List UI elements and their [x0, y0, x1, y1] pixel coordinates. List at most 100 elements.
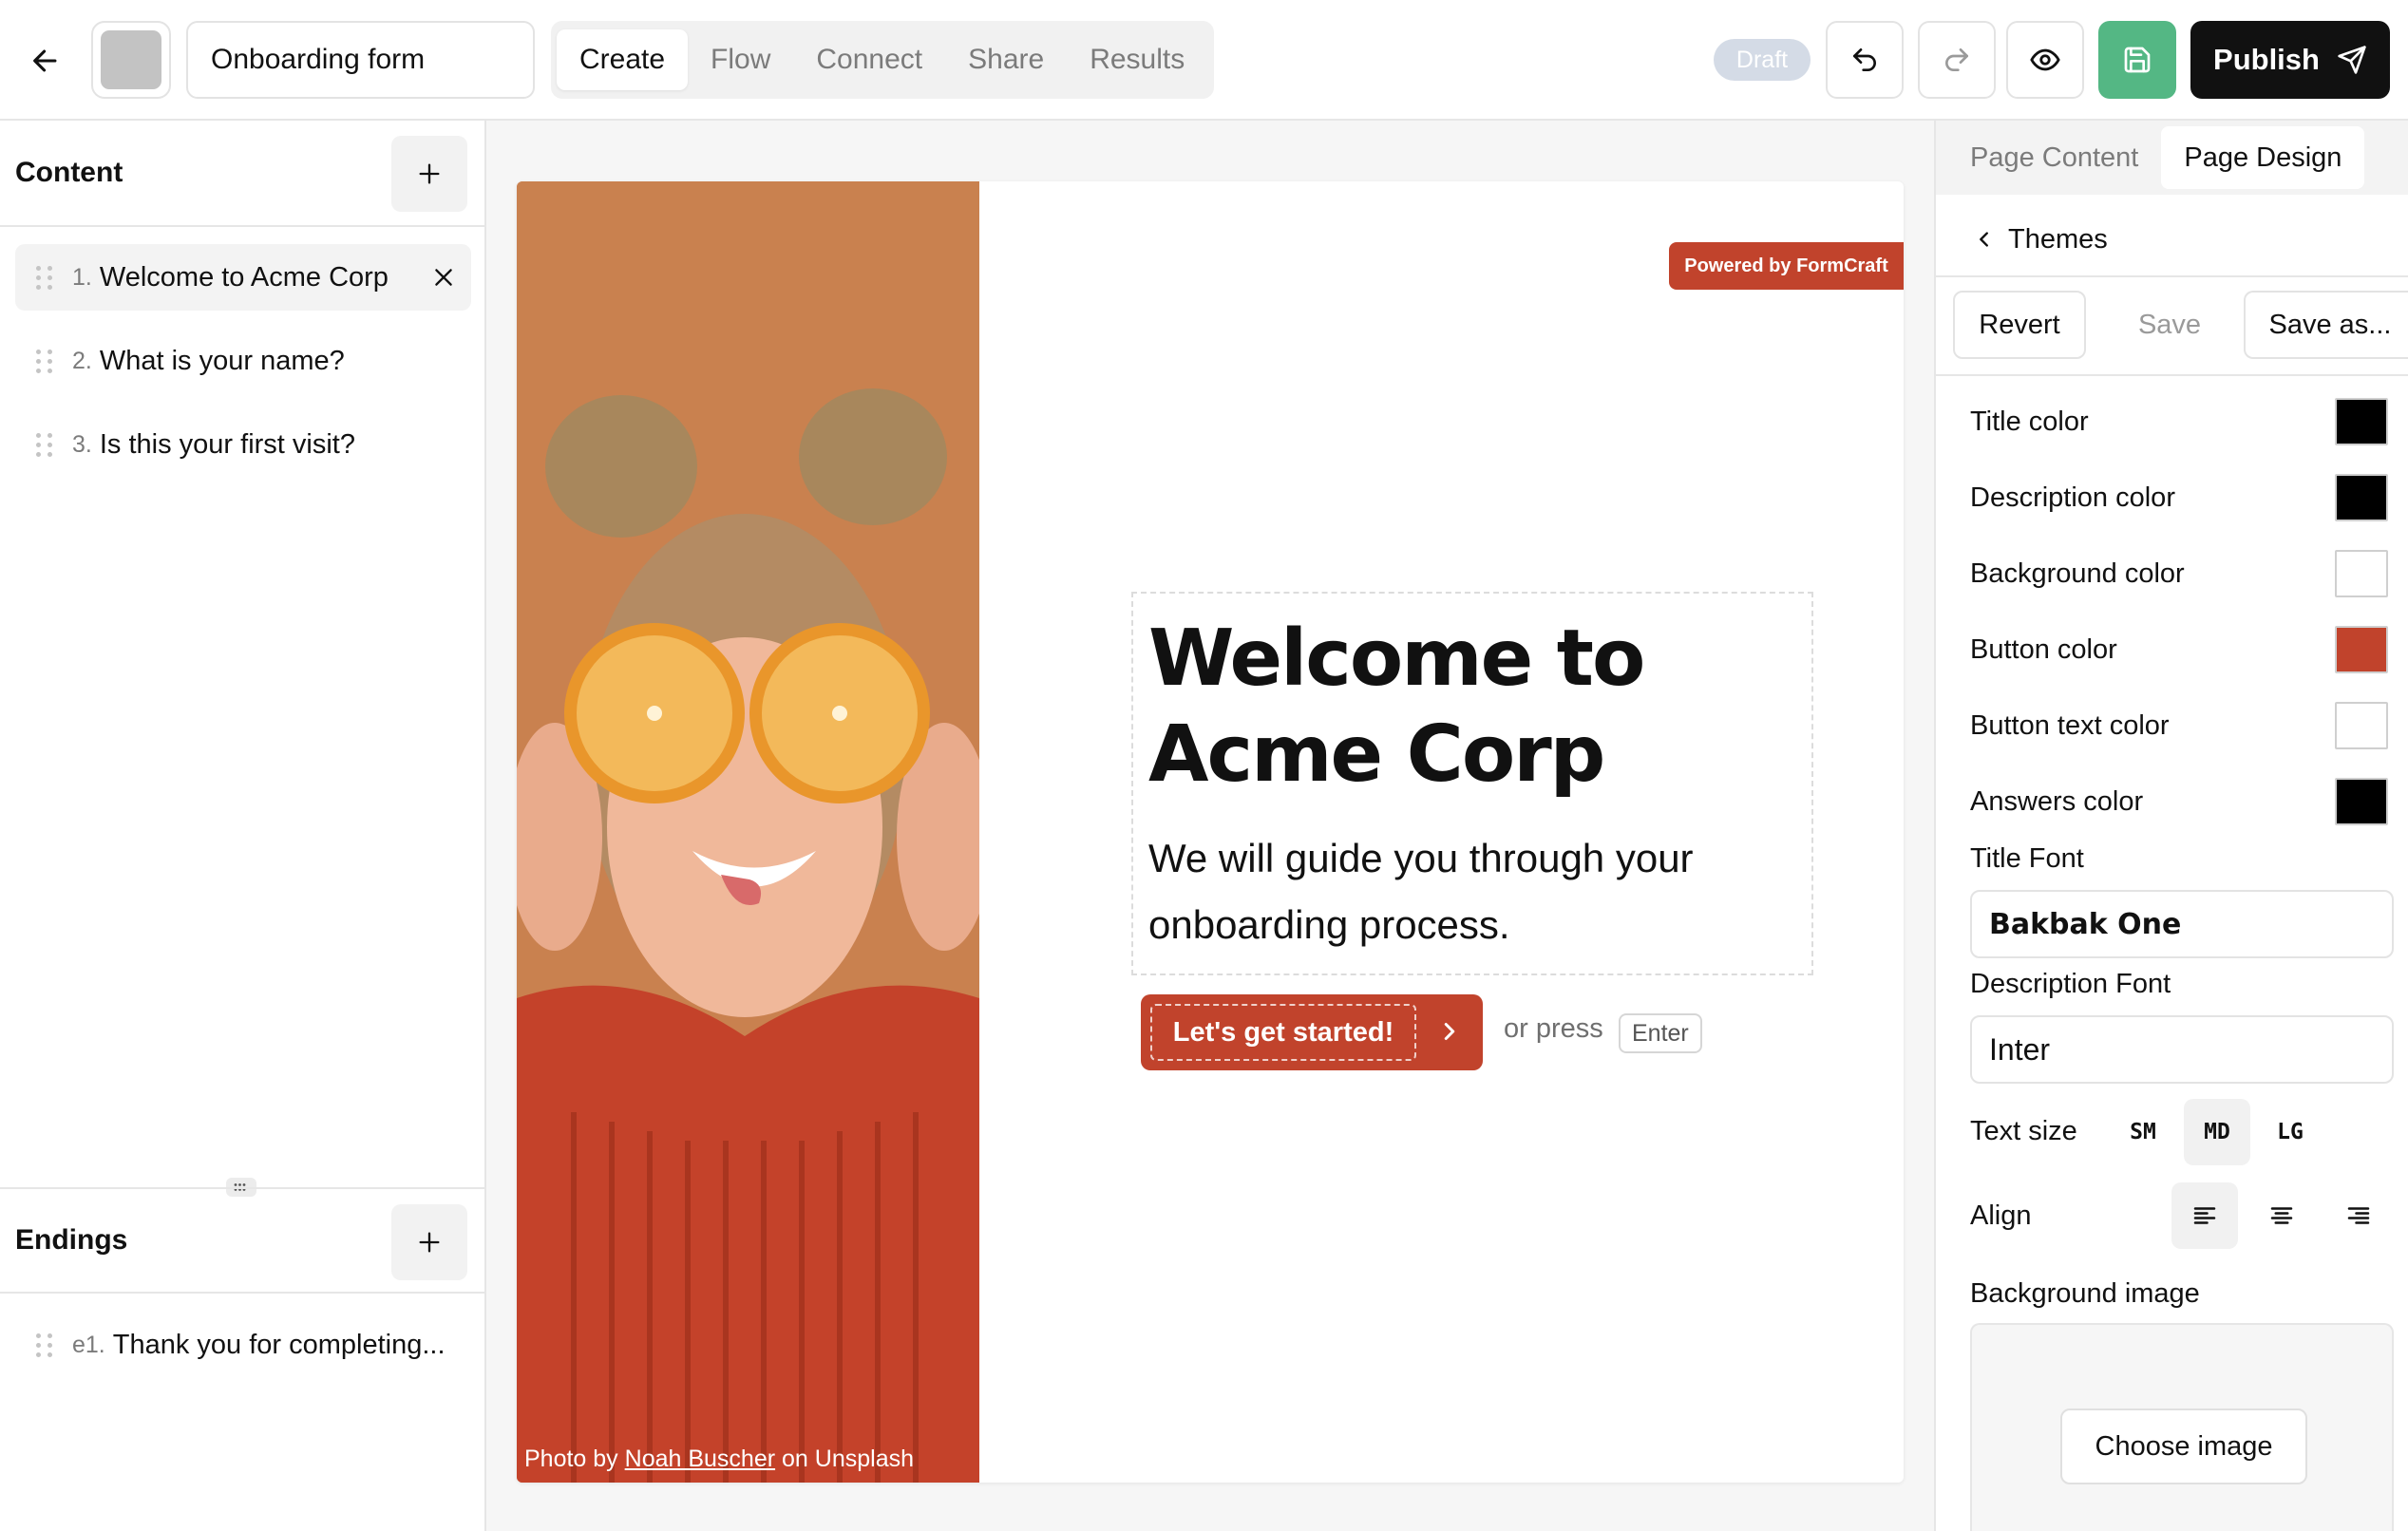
form-preview-card: Photo by Noah Buscher on Unsplash Powere…	[517, 181, 1904, 1483]
ending-item-1[interactable]: e1. Thank you for completing...	[15, 1312, 471, 1378]
tab-share[interactable]: Share	[945, 29, 1067, 90]
title-color-swatch[interactable]	[2335, 398, 2388, 445]
drag-handle-icon[interactable]	[36, 1333, 53, 1357]
question-label: What is your name?	[99, 345, 345, 376]
tab-page-content[interactable]: Page Content	[1947, 126, 2161, 189]
back-button[interactable]	[21, 36, 70, 85]
chevron-right-icon	[1444, 1023, 1455, 1040]
avatar-placeholder	[101, 30, 161, 89]
background-color-label: Background color	[1970, 558, 2185, 589]
tab-results[interactable]: Results	[1067, 29, 1207, 90]
save-theme-button[interactable]: Save	[2116, 291, 2223, 359]
question-item-2[interactable]: 2. What is your name?	[15, 328, 471, 394]
themes-link-label: Themes	[2008, 223, 2108, 255]
welcome-title[interactable]: Welcome to Acme Corp	[1148, 611, 1804, 803]
tab-connect[interactable]: Connect	[793, 29, 945, 90]
send-icon	[2338, 46, 2366, 74]
button-color-row: Button color	[1970, 626, 2388, 673]
form-canvas: Photo by Noah Buscher on Unsplash Powere…	[486, 121, 1934, 1531]
align-right-icon	[2347, 1207, 2370, 1224]
welcome-description[interactable]: We will guide you through your onboardin…	[1148, 825, 1804, 958]
cover-photo: Photo by Noah Buscher on Unsplash	[517, 181, 979, 1483]
eye-icon	[2030, 48, 2060, 71]
redo-icon	[1945, 48, 1968, 71]
publish-button[interactable]: Publish	[2190, 21, 2390, 99]
button-color-label: Button color	[1970, 633, 2117, 665]
question-item-3[interactable]: 3. Is this your first visit?	[15, 411, 471, 478]
design-panel: Page Content Page Design Themes Revert S…	[1934, 121, 2408, 1531]
drag-handle-icon[interactable]	[36, 432, 53, 457]
description-color-swatch[interactable]	[2335, 474, 2388, 521]
tab-flow[interactable]: Flow	[688, 29, 793, 90]
add-question-button[interactable]	[391, 136, 467, 212]
form-avatar[interactable]	[91, 21, 171, 99]
description-color-label: Description color	[1970, 482, 2175, 513]
redo-button[interactable]	[1918, 21, 1996, 99]
align-center-icon	[2270, 1207, 2293, 1224]
photo-credit-suffix: on Unsplash	[782, 1446, 915, 1472]
question-number: 2.	[72, 347, 92, 374]
themes-back-link[interactable]: Themes	[1974, 216, 2108, 263]
background-image-label: Background image	[1970, 1278, 2200, 1309]
button-text-color-swatch[interactable]	[2335, 702, 2388, 749]
endings-section-title: Endings	[15, 1224, 128, 1256]
title-font-select[interactable]: Bakbak One	[1970, 890, 2394, 958]
drag-handle-icon[interactable]	[36, 265, 53, 290]
button-text-color-row: Button text color	[1970, 702, 2388, 749]
photo-credit-prefix: Photo by	[524, 1446, 618, 1472]
tab-create[interactable]: Create	[557, 29, 689, 90]
title-color-label: Title color	[1970, 406, 2089, 437]
align-left-icon	[2193, 1207, 2216, 1224]
description-font-label: Description Font	[1970, 969, 2171, 999]
background-image-dropzone[interactable]: Choose image	[1970, 1323, 2394, 1531]
undo-icon	[1853, 48, 1876, 71]
woman-with-oranges-illustration	[517, 181, 979, 1483]
or-press-hint: or press	[1504, 1013, 1603, 1044]
question-number: 3.	[72, 430, 92, 458]
powered-by-badge[interactable]: Powered by FormCraft	[1669, 242, 1904, 290]
close-icon	[435, 269, 452, 286]
align-right-button[interactable]	[2325, 1182, 2392, 1249]
title-color-row: Title color	[1970, 398, 2388, 445]
start-button[interactable]: Let's get started!	[1141, 994, 1483, 1070]
question-item-1[interactable]: 1. Welcome to Acme Corp	[15, 244, 471, 311]
save-draft-button[interactable]	[2098, 21, 2176, 99]
photo-credit: Photo by Noah Buscher on Unsplash	[524, 1446, 914, 1473]
description-color-row: Description color	[1970, 474, 2388, 521]
text-size-sm[interactable]: SM	[2110, 1099, 2176, 1165]
questions-panel: Content 1. Welcome to Acme Corp 2. What …	[0, 121, 486, 1531]
divider	[1936, 275, 2408, 277]
top-bar: Create Flow Connect Share Results Draft …	[0, 0, 2408, 121]
description-font-select[interactable]: Inter	[1970, 1015, 2394, 1084]
status-badge: Draft	[1714, 39, 1811, 81]
content-section-header: Content	[0, 121, 484, 227]
delete-question-button[interactable]	[429, 263, 458, 292]
undo-button[interactable]	[1826, 21, 1904, 99]
answers-color-swatch[interactable]	[2335, 778, 2388, 825]
revert-button[interactable]: Revert	[1953, 291, 2086, 359]
align-center-button[interactable]	[2248, 1182, 2315, 1249]
align-label: Align	[1970, 1200, 2032, 1231]
start-button-label[interactable]: Let's get started!	[1150, 1004, 1416, 1061]
background-color-swatch[interactable]	[2335, 550, 2388, 597]
text-size-lg[interactable]: LG	[2257, 1099, 2323, 1165]
choose-image-button[interactable]: Choose image	[2060, 1408, 2307, 1484]
welcome-screen-block[interactable]: Welcome to Acme Corp We will guide you t…	[1131, 592, 1813, 975]
preview-button[interactable]	[2006, 21, 2084, 99]
question-number: 1.	[72, 263, 92, 291]
form-name-input[interactable]	[186, 21, 535, 99]
text-size-md[interactable]: MD	[2184, 1099, 2250, 1165]
photo-author-link[interactable]: Noah Buscher	[625, 1446, 775, 1472]
text-size-label: Text size	[1970, 1116, 2077, 1146]
enter-key-hint: Enter	[1619, 1013, 1702, 1053]
main-tabs: Create Flow Connect Share Results	[551, 21, 1214, 99]
align-left-button[interactable]	[2171, 1182, 2238, 1249]
floppy-disk-icon	[2124, 47, 2151, 73]
answers-color-label: Answers color	[1970, 785, 2144, 817]
ending-label: Thank you for completing...	[112, 1329, 446, 1360]
add-ending-button[interactable]	[391, 1204, 467, 1280]
tab-page-design[interactable]: Page Design	[2161, 126, 2365, 189]
drag-handle-icon[interactable]	[36, 349, 53, 373]
save-as-button[interactable]: Save as...	[2244, 291, 2408, 359]
button-color-swatch[interactable]	[2335, 626, 2388, 673]
